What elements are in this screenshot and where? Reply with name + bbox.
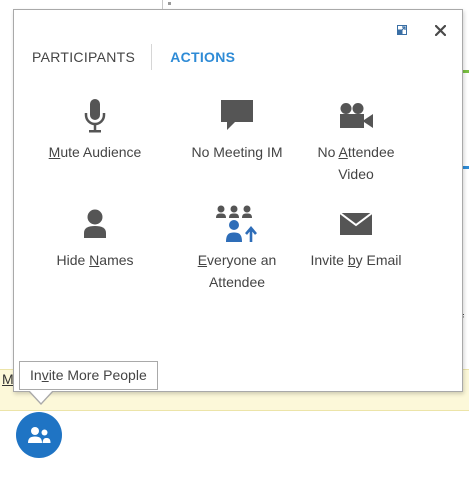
participants-button[interactable]	[16, 412, 62, 458]
mute-audience-button[interactable]: Mute Audience	[30, 97, 160, 163]
invite-more-people-button[interactable]: Invite More People	[19, 361, 158, 390]
people-icon	[28, 427, 51, 443]
mute-audience-label: Mute Audience	[48, 144, 142, 160]
close-button[interactable]	[432, 22, 448, 38]
group-attendee-icon	[216, 205, 257, 242]
background-partial-link[interactable]: M	[2, 371, 14, 387]
tab-actions[interactable]: ACTIONS	[152, 49, 235, 65]
popout-button[interactable]	[394, 22, 410, 38]
background-green-marker	[462, 70, 469, 73]
hide-names-button[interactable]: Hide Names	[30, 205, 160, 271]
no-attendee-video-button[interactable]: No Attendee Video	[291, 97, 421, 185]
no-meeting-im-label: No Meeting IM	[191, 144, 283, 160]
participants-actions-popup: PARTICIPANTS ACTIONS Mute Audience No Me…	[13, 9, 463, 392]
no-attendee-video-label: No Attendee Video	[317, 144, 395, 182]
tab-participants[interactable]: PARTICIPANTS	[32, 49, 151, 65]
no-meeting-im-button[interactable]: No Meeting IM	[172, 97, 302, 163]
everyone-an-attendee-label: Everyone an Attendee	[197, 252, 277, 290]
everyone-an-attendee-button[interactable]: Everyone an Attendee	[172, 205, 302, 293]
popup-tabs: PARTICIPANTS ACTIONS	[32, 44, 235, 70]
envelope-icon	[340, 213, 372, 235]
popout-icon	[397, 25, 407, 35]
invite-by-email-label: Invite by Email	[310, 252, 402, 268]
background-blue-marker	[462, 166, 469, 169]
microphone-icon	[84, 99, 106, 133]
close-icon	[434, 24, 446, 36]
person-icon	[84, 209, 106, 238]
video-camera-icon	[340, 103, 373, 128]
hide-names-label: Hide Names	[56, 252, 134, 268]
invite-by-email-button[interactable]: Invite by Email	[291, 205, 421, 271]
popup-pointer	[28, 390, 54, 405]
speech-bubble-icon	[221, 100, 253, 130]
